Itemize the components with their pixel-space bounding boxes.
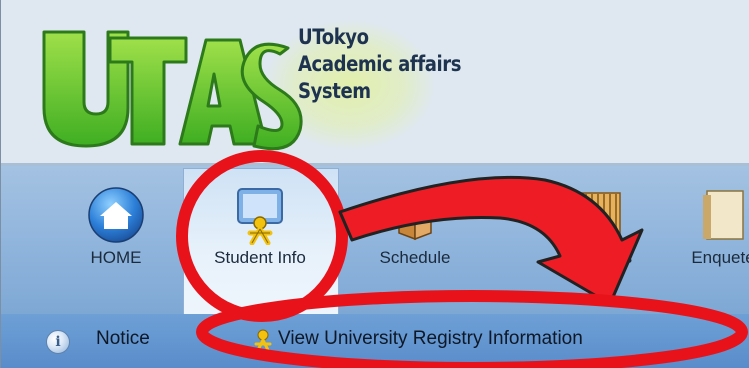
tab-home-label: HOME xyxy=(90,248,142,267)
logo-text: UTokyo Academic affairs System xyxy=(298,24,462,105)
tab-student-info[interactable]: Student Info xyxy=(185,181,335,296)
logo-line-2: Academic affairs xyxy=(298,52,462,76)
tab-home[interactable]: HOME xyxy=(56,181,176,296)
home-icon xyxy=(88,187,144,243)
logo-line-3: System xyxy=(298,79,371,103)
window-left-border xyxy=(0,0,1,368)
utas-logo-icon[interactable] xyxy=(30,14,315,154)
notice-link[interactable]: Notice xyxy=(96,314,150,368)
tab-enquete-label: Enquete xyxy=(691,248,749,267)
enquete-icon xyxy=(703,190,744,240)
info-icon xyxy=(46,330,70,354)
logo-line-1: UTokyo xyxy=(298,25,369,49)
student-info-icon xyxy=(237,188,283,245)
sub-nav: Notice View University Registry Informat… xyxy=(0,314,749,368)
tab-syllabus-label: Syllabus xyxy=(567,248,633,267)
schedule-icon xyxy=(398,191,432,241)
view-registry-link[interactable]: View University Registry Information xyxy=(278,314,583,368)
registry-icon xyxy=(254,329,272,354)
tab-syllabus[interactable]: Syllabus xyxy=(545,181,655,296)
tab-schedule[interactable]: Schedule xyxy=(350,181,480,296)
tab-schedule-label: Schedule xyxy=(379,248,451,267)
utas-screen: UTokyo Academic affairs System HOME Stud… xyxy=(0,0,749,368)
tab-student-info-label: Student Info xyxy=(214,248,306,267)
tab-enquete[interactable]: Enquete xyxy=(668,181,749,296)
syllabus-icon xyxy=(579,192,621,240)
